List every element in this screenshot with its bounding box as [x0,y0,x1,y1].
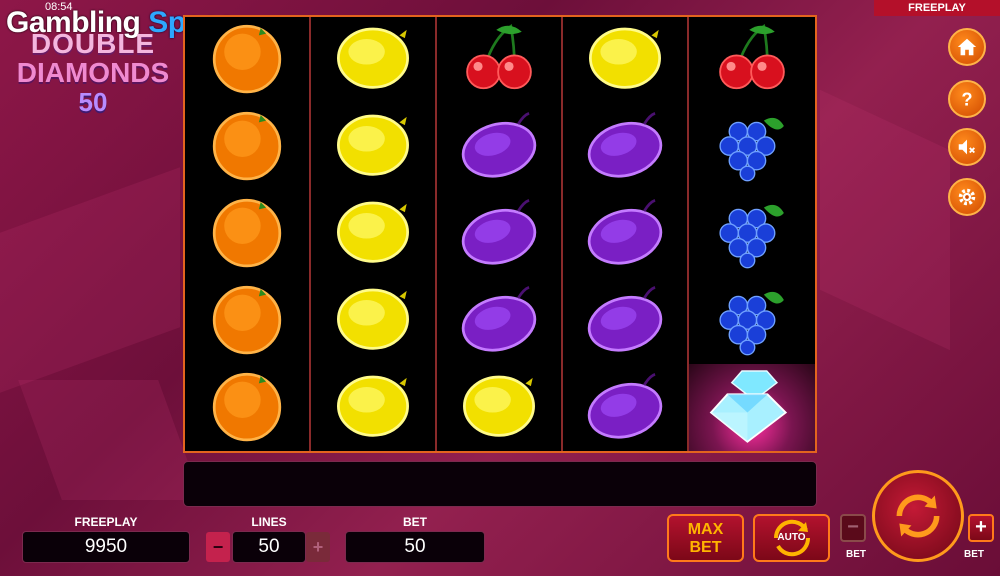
grapes-icon [719,204,784,269]
reel-2 [311,17,437,451]
cherry-icon [466,24,532,90]
freeplay-badge: FREEPLAY [874,0,1000,16]
plum-icon [461,285,537,352]
help-button[interactable]: ? [948,80,986,118]
reel-symbol-lemon [437,364,561,451]
plum-icon [587,372,663,439]
sound-button[interactable] [948,128,986,166]
bet-value: 50 [345,531,485,563]
lemon-icon [337,28,409,90]
bet-increase-button[interactable]: + [968,514,994,542]
reel-symbol-plum [437,191,561,278]
lines-label: LINES [251,515,287,529]
svg-text:?: ? [961,88,972,109]
home-icon [957,38,977,56]
sound-off-icon [958,139,975,155]
autoplay-button[interactable]: AUTO [753,514,830,562]
spin-button[interactable] [872,470,964,562]
bet-decrease-button[interactable]: − [840,514,866,542]
lemon-icon [337,201,409,263]
settings-button[interactable] [948,178,986,216]
balance-label: FREEPLAY [74,515,138,529]
reel-symbol-lemon [311,277,435,364]
lemon-icon [337,114,409,176]
reel-symbol-plum [563,364,687,451]
plum-icon [461,112,537,178]
lines-plus-button[interactable]: + [306,532,330,562]
reel-symbol-plum [563,104,687,191]
reel-symbol-orange [185,364,309,451]
orange-icon [212,285,282,355]
reel-3 [437,17,563,451]
reel-symbol-lemon [311,191,435,278]
reel-symbol-lemon [311,364,435,451]
plum-icon [587,198,663,265]
orange-icon [212,372,282,441]
lemon-icon [337,375,409,437]
reel-symbol-orange [185,104,309,191]
reel-1 [185,17,311,451]
reel-symbol-grapes [689,104,815,191]
reel-symbol-lemon [563,17,687,104]
lines-value: 50 [232,531,306,563]
help-icon: ? [961,88,972,109]
reel-symbol-lemon [311,104,435,191]
lemon-icon [589,28,661,90]
gear-icon [958,188,976,206]
cherry-icon [719,24,785,90]
win-message-bar [183,461,817,507]
reel-symbol-grapes [689,277,815,364]
plum-icon [461,198,537,265]
spin-icon [896,494,940,538]
bet-increase-label: BET [964,549,984,560]
reel-symbol-plum [437,277,561,364]
reel-5 [689,17,815,451]
lemon-icon [337,288,409,350]
reel-symbol-grapes [689,191,815,278]
plum-icon [587,285,663,352]
diamond-icon [709,369,788,443]
game-logo: DOUBLE DIAMONDS 50 [16,28,170,117]
reels-grid [183,15,817,453]
plum-icon [587,112,663,178]
reel-symbol-plum [563,191,687,278]
reel-symbol-diamond [689,364,815,451]
orange-icon [212,198,282,268]
bet-label: BET [403,515,427,529]
max-bet-button[interactable]: MAX BET [667,514,744,562]
home-button[interactable] [948,28,986,66]
lemon-icon [463,375,535,437]
reel-symbol-plum [437,104,561,191]
lines-minus-button[interactable]: − [206,532,230,562]
reel-4 [563,17,689,451]
reel-symbol-orange [185,191,309,278]
reel-symbol-cherry [437,17,561,104]
grapes-icon [719,291,784,356]
grapes-icon [719,118,784,182]
reel-symbol-orange [185,17,309,104]
bet-decrease-label: BET [846,549,866,560]
reel-symbol-cherry [689,17,815,104]
orange-icon [212,25,282,94]
orange-icon [212,112,282,181]
balance-value: 9950 [22,531,190,563]
reel-symbol-orange [185,277,309,364]
reel-symbol-plum [563,277,687,364]
reel-symbol-lemon [311,17,435,104]
